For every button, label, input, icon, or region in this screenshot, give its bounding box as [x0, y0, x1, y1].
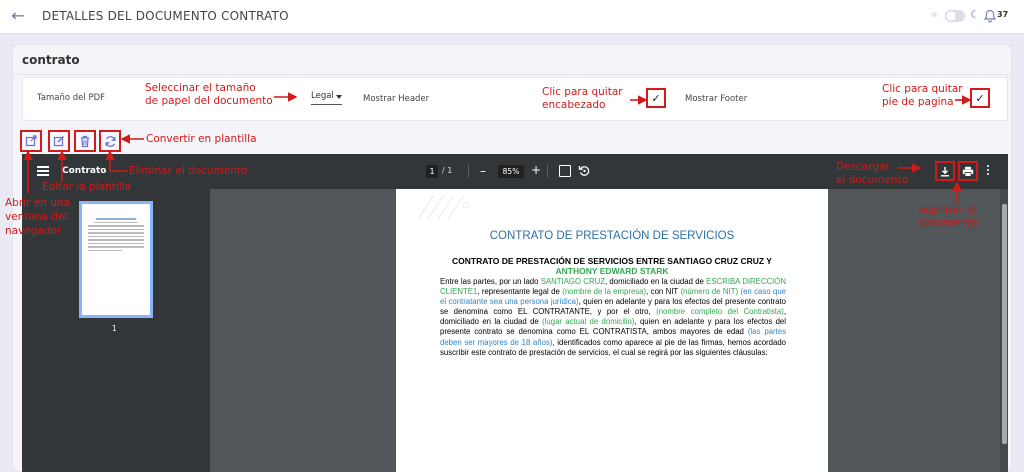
subheading-text: CONTRATO DE PRESTACIÓN DE SERVICIOS ENTR… — [452, 256, 772, 266]
annotation-remove-header: Clic para quitar encabezado — [542, 86, 623, 112]
scrollbar-thumb[interactable] — [1002, 204, 1007, 444]
pdf-size-select[interactable]: Legal — [311, 91, 342, 105]
toolbar-separator — [468, 164, 469, 178]
page-thumbnail[interactable] — [79, 201, 153, 318]
show-header-checkbox[interactable]: ✓ — [646, 88, 666, 108]
theme-toggle[interactable] — [945, 10, 965, 22]
trash-icon — [81, 135, 89, 147]
more-vertical-icon[interactable] — [986, 165, 990, 177]
top-bar: ← DETALLES DEL DOCUMENTO CONTRATO ☼ ☾ 37 — [0, 0, 1024, 34]
rotate-icon[interactable] — [578, 164, 591, 177]
viewer-doc-name: Contrato — [62, 166, 107, 176]
hamburger-icon[interactable] — [37, 166, 49, 176]
placeholder-text: (nombre completo del Contratista) — [656, 307, 784, 317]
annotation-text: Seleccinar el tamaño de papel del docume… — [145, 82, 273, 107]
body-text: , representante legal de — [477, 287, 563, 297]
document-subheading: CONTRATO DE PRESTACIÓN DE SERVICIOS ENTR… — [416, 256, 808, 276]
print-button[interactable] — [958, 161, 978, 181]
convert-template-button[interactable] — [99, 130, 121, 152]
placeholder-text: (número de NIT) — [680, 287, 739, 297]
annotation-edit-template: Editar la plantilla — [42, 181, 132, 193]
document-heading: CONTRATO DE PRESTACIÓN DE SERVICIOS — [489, 230, 735, 242]
annotation-download: Descargar el documento — [836, 161, 908, 187]
download-icon — [941, 166, 949, 176]
refresh-icon — [105, 135, 115, 147]
divider — [13, 74, 1011, 75]
zoom-level-input[interactable]: 85% — [498, 165, 524, 178]
edit-icon — [53, 136, 64, 147]
chevron-down-icon — [335, 95, 342, 99]
thumbnail-number: 1 — [112, 324, 117, 333]
zoom-in-button[interactable]: + — [531, 163, 541, 177]
document-card: contrato Tamaño del PDF Legal Mostrar He… — [12, 44, 1012, 472]
annotation-open-window: Abrir en una ventana del navegador — [5, 196, 70, 238]
placeholder-text: SANTIAGO CRUZ — [540, 277, 605, 286]
annotation-text: Imprimir el documento — [918, 204, 978, 229]
show-footer-checkbox[interactable]: ✓ — [970, 88, 990, 108]
subheading-name: ANTHONY EDWARD STARK — [555, 266, 669, 276]
notification-count: 37 — [997, 10, 1009, 19]
pdf-page: CONTRATO DE PRESTACIÓN DE SERVICIOS CONT… — [396, 189, 828, 472]
annotation-text: Clic para quitar pie de pagina — [882, 83, 963, 108]
document-body: Entre las partes, por un lado SANTIAGO C… — [440, 277, 786, 358]
annotation-text: Clic para quitar encabezado — [542, 86, 623, 111]
edit-template-button[interactable] — [48, 130, 70, 152]
placeholder-text: (nombre de la empresa) — [562, 287, 647, 297]
page-total: / 1 — [442, 166, 453, 175]
open-window-button[interactable] — [20, 130, 42, 152]
annotation-remove-footer: Clic para quitar pie de pagina — [882, 83, 963, 109]
toggle-knob — [946, 11, 956, 21]
annotation-text: Abrir en una ventana del navegador — [5, 197, 70, 237]
card-title: contrato — [22, 53, 80, 67]
placeholder-text: (lugar actual de domicilio) — [542, 317, 635, 327]
delete-document-button[interactable] — [74, 130, 96, 152]
annotation-text: Descargar el documento — [836, 161, 909, 186]
watermark-graphic — [417, 194, 470, 220]
bell-icon[interactable] — [984, 9, 996, 23]
body-text: Entre las partes, por un lado — [440, 277, 541, 286]
annotation-print: Imprimir el documento — [918, 204, 977, 230]
show-header-label: Mostrar Header — [363, 94, 430, 104]
fit-page-icon[interactable] — [559, 165, 571, 177]
page-number-input[interactable]: 1 — [426, 165, 438, 178]
annotation-delete-document: Eliminar el documento — [129, 165, 248, 177]
printer-icon — [962, 166, 974, 177]
zoom-out-button[interactable]: – — [480, 164, 486, 178]
sun-icon: ☼ — [930, 11, 939, 21]
page-title: DETALLES DEL DOCUMENTO CONTRATO — [42, 9, 289, 23]
external-link-icon — [25, 135, 37, 147]
pdf-size-label: Tamaño del PDF — [37, 93, 106, 103]
annotation-select-size: Seleccinar el tamaño de papel del docume… — [145, 82, 273, 108]
body-text: , domiciliado en la ciudad de — [604, 277, 707, 286]
moon-icon: ☾ — [970, 8, 980, 21]
pdf-viewer: Contrato 1 / 1 – 85% + 1 CONTRATO DE PRE… — [22, 154, 1008, 472]
download-button[interactable] — [935, 161, 955, 181]
annotation-convert-template: Convertir en plantilla — [146, 133, 257, 145]
arrow-left-icon[interactable]: ← — [10, 7, 26, 25]
pdf-size-value: Legal — [311, 91, 334, 101]
show-footer-label: Mostrar Footer — [685, 94, 748, 104]
toolbar-separator — [547, 164, 548, 178]
body-text: , con NIT — [646, 287, 681, 297]
